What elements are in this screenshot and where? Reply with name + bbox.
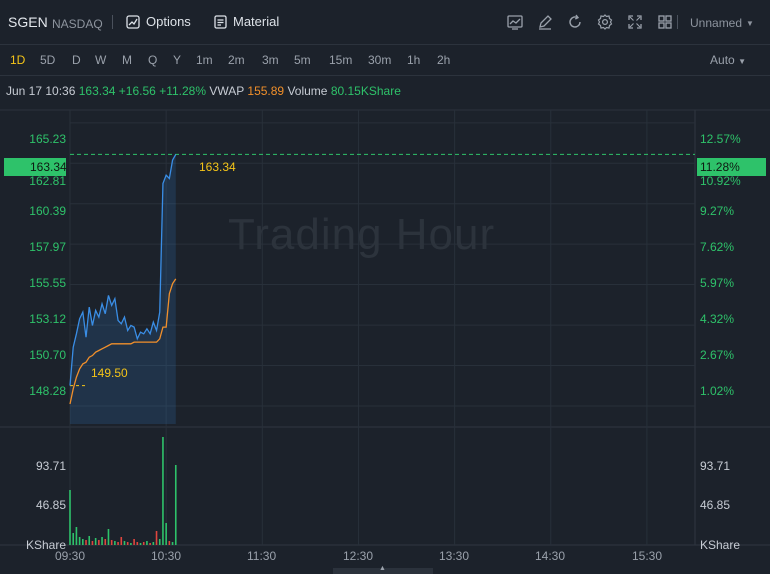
current-price-line-label: 163.34 bbox=[199, 160, 236, 174]
price-tick: 155.55 bbox=[29, 276, 66, 290]
time-tick: 15:30 bbox=[632, 549, 663, 563]
volume-bar bbox=[98, 540, 100, 545]
volume-bar bbox=[75, 527, 78, 545]
volume-bar bbox=[69, 490, 71, 545]
volume-tick: 46.85 bbox=[700, 498, 731, 512]
volume-bar bbox=[133, 539, 135, 545]
time-tick: 10:30 bbox=[151, 549, 182, 563]
volume-bar bbox=[114, 541, 116, 545]
current-price-badge: 163.34 bbox=[4, 158, 67, 176]
volume-bar bbox=[78, 537, 81, 545]
pct-tick: 1.02% bbox=[700, 384, 735, 398]
volume-tick: 93.71 bbox=[35, 459, 66, 473]
bottom-scroll-handle[interactable]: ▲ bbox=[333, 565, 433, 574]
price-tick: 160.39 bbox=[29, 204, 66, 218]
volume-bar bbox=[72, 533, 75, 545]
price-tick: 153.12 bbox=[29, 312, 66, 326]
volume-bar bbox=[91, 541, 94, 545]
price-tick: 148.28 bbox=[29, 384, 66, 398]
volume-bar bbox=[162, 437, 164, 545]
volume-bar bbox=[149, 543, 151, 545]
current-pct-badge: 11.28% bbox=[697, 158, 766, 176]
volume-bar bbox=[142, 542, 145, 545]
pct-tick: 7.62% bbox=[700, 240, 735, 254]
volume-bar bbox=[136, 542, 139, 545]
volume-bar bbox=[107, 529, 110, 545]
pct-tick: 12.57% bbox=[700, 132, 741, 146]
volume-bar bbox=[94, 538, 97, 545]
volume-unit: KShare bbox=[700, 538, 741, 552]
volume-bar bbox=[82, 539, 84, 545]
pct-tick: 9.27% bbox=[700, 204, 735, 218]
price-tick: 165.23 bbox=[29, 132, 66, 146]
time-tick: 13:30 bbox=[439, 549, 470, 563]
intraday-chart[interactable] bbox=[0, 0, 770, 574]
volume-bar bbox=[165, 523, 167, 545]
volume-bar bbox=[88, 536, 91, 545]
volume-bar bbox=[126, 542, 129, 545]
prev-close-label: 149.50 bbox=[91, 366, 128, 380]
volume-bar bbox=[101, 537, 103, 545]
price-tick: 157.97 bbox=[29, 240, 66, 254]
volume-bar bbox=[152, 542, 155, 545]
volume-bar bbox=[168, 541, 171, 545]
price-tick: 150.70 bbox=[29, 348, 66, 362]
time-tick: 14:30 bbox=[535, 549, 566, 563]
time-tick: 11:30 bbox=[247, 549, 277, 563]
volume-bar bbox=[139, 543, 142, 545]
pct-tick: 5.97% bbox=[700, 276, 735, 290]
volume-bar bbox=[146, 541, 148, 545]
volume-bar bbox=[123, 541, 126, 545]
volume-bar bbox=[120, 537, 123, 545]
volume-bar bbox=[85, 540, 87, 545]
volume-bar bbox=[130, 543, 132, 545]
pct-tick: 10.92% bbox=[700, 174, 741, 188]
caret-up-icon: ▲ bbox=[379, 565, 386, 572]
volume-tick: 46.85 bbox=[35, 498, 66, 512]
pct-tick: 4.32% bbox=[700, 312, 735, 326]
price-tick: 162.81 bbox=[29, 174, 66, 188]
time-tick: 12:30 bbox=[343, 549, 374, 563]
volume-bar bbox=[174, 465, 177, 545]
volume-tick: 93.71 bbox=[700, 459, 731, 473]
volume-bar bbox=[117, 542, 119, 545]
trading-hour-watermark: Trading Hour bbox=[228, 210, 496, 259]
volume-bar bbox=[110, 540, 113, 545]
volume-bar bbox=[171, 542, 174, 545]
pct-tick: 2.67% bbox=[700, 348, 735, 362]
volume-bar bbox=[155, 531, 158, 545]
time-tick: 09:30 bbox=[55, 549, 86, 563]
volume-bar bbox=[158, 539, 161, 545]
volume-bar bbox=[104, 539, 107, 545]
